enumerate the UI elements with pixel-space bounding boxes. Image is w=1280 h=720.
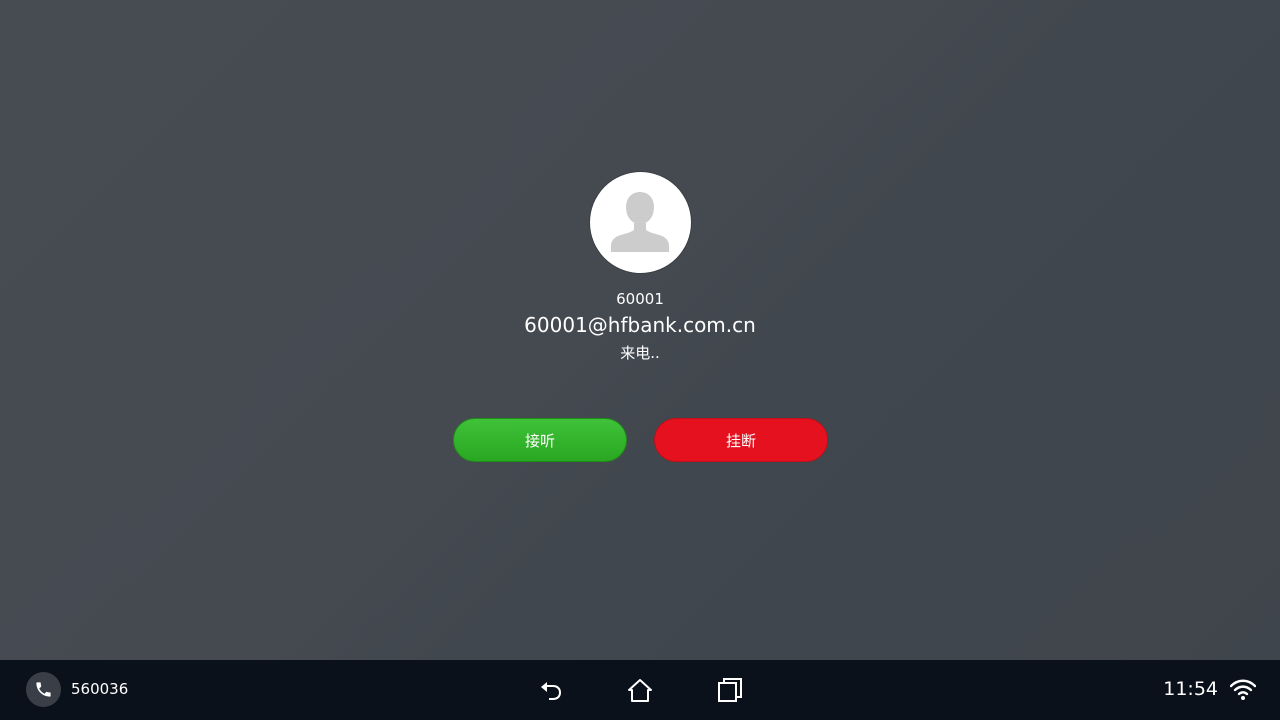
recent-apps-icon — [718, 678, 742, 702]
wifi-icon — [1229, 679, 1257, 700]
caller-avatar — [590, 172, 691, 273]
home-button[interactable] — [626, 676, 654, 704]
recent-apps-button[interactable] — [716, 676, 744, 704]
clock: 11:54 — [1163, 678, 1218, 700]
back-icon — [541, 682, 561, 700]
caller-number: 60001 — [616, 290, 664, 308]
incoming-call-screen: 60001 60001@hfbank.com.cn 来电.. 接听 挂断 560… — [0, 0, 1280, 720]
call-area: 60001 60001@hfbank.com.cn 来电.. 接听 挂断 — [0, 0, 1280, 660]
wifi-status — [1229, 679, 1257, 701]
call-status: 来电.. — [620, 344, 660, 362]
back-button[interactable] — [537, 676, 565, 704]
extension-number: 560036 — [71, 680, 129, 698]
caller-uri: 60001@hfbank.com.cn — [524, 313, 756, 337]
system-navbar: 560036 11:54 — [0, 660, 1280, 720]
default-person-icon — [611, 192, 669, 252]
answer-button[interactable]: 接听 — [453, 418, 627, 462]
home-icon — [628, 679, 652, 702]
phone-status-button[interactable] — [26, 672, 61, 707]
phone-icon — [36, 682, 51, 697]
hangup-button[interactable]: 挂断 — [654, 418, 828, 462]
